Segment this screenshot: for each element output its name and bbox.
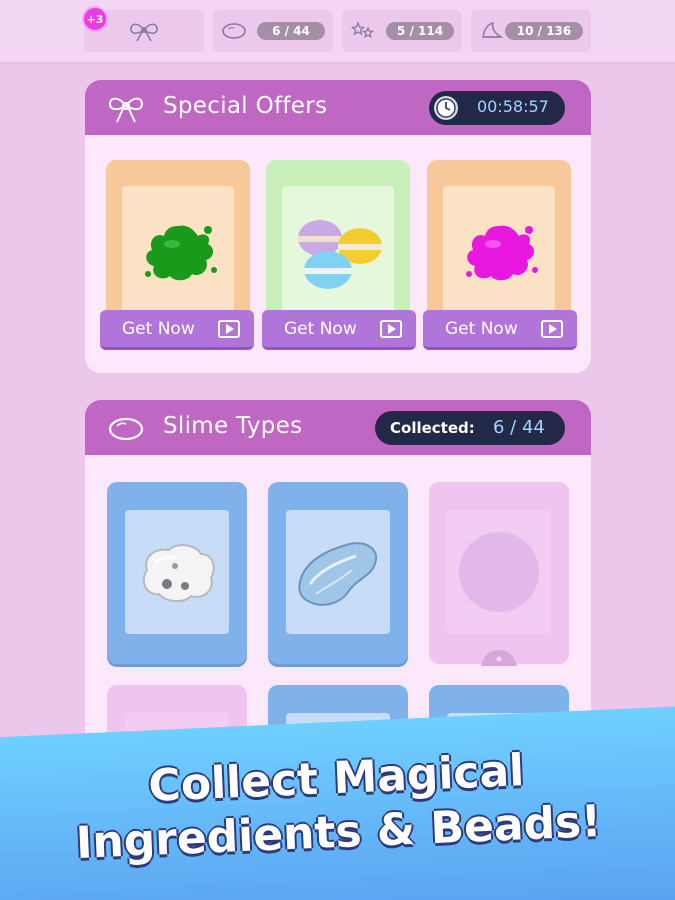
slime-item-frame — [447, 510, 551, 634]
slime-blob-icon — [222, 23, 246, 39]
macaron-beads-icon — [298, 220, 382, 289]
special-offers-title: Special Offers — [163, 93, 328, 119]
get-now-button[interactable]: Get Now — [262, 310, 416, 350]
timer-value: 00:58:57 — [477, 97, 549, 116]
offer-item-frame — [282, 186, 394, 320]
notification-badge: +3 — [82, 6, 108, 32]
offer-item-frame — [443, 186, 555, 320]
locked-slime-silhouette-icon — [459, 532, 539, 612]
slime-types-header: Slime Types Collected: 6 / 44 — [85, 400, 591, 455]
eye-tab-icon — [481, 650, 517, 666]
bead-counter[interactable]: 5 / 114 — [342, 10, 462, 52]
slime-item-frame — [286, 510, 390, 634]
offer-item-frame — [122, 186, 234, 320]
collected-label: Collected: — [390, 419, 475, 437]
get-now-label: Get Now — [122, 319, 195, 339]
shell-count: 10 / 136 — [505, 22, 583, 40]
clear-glass-slime-icon — [298, 542, 377, 606]
slime-item-frame — [125, 510, 229, 634]
top-resource-bar: +3 6 / 44 5 / 114 10 / 136 — [0, 0, 675, 64]
green-slime-splat-icon — [145, 225, 217, 281]
shell-counter[interactable]: 10 / 136 — [471, 10, 591, 52]
collected-counter: Collected: 6 / 44 — [375, 411, 565, 445]
slime-count: 6 / 44 — [257, 22, 325, 40]
video-play-icon — [541, 320, 563, 338]
slime-types-title: Slime Types — [163, 413, 303, 439]
clock-icon — [434, 96, 458, 120]
get-now-button[interactable]: Get Now — [423, 310, 577, 350]
offer-timer: 00:58:57 — [429, 91, 565, 125]
magenta-slime-splat-icon — [466, 225, 538, 281]
get-now-button[interactable]: Get Now — [100, 310, 254, 350]
slime-card-locked[interactable] — [429, 482, 569, 666]
get-now-label: Get Now — [284, 319, 357, 339]
video-play-icon — [380, 320, 402, 338]
collected-value: 6 / 44 — [493, 417, 545, 438]
white-cloud-slime-icon — [142, 544, 215, 602]
special-offers-header: Special Offers 00:58:57 — [85, 80, 591, 135]
special-offers-panel: Special Offers 00:58:57 Get Now Get Now … — [85, 80, 591, 373]
shell-icon — [482, 21, 504, 38]
video-play-icon — [218, 320, 240, 338]
get-now-label: Get Now — [445, 319, 518, 339]
sparkle-stars-icon — [350, 21, 375, 39]
slime-blob-icon — [108, 417, 144, 441]
ribbon-bow-icon — [130, 23, 158, 42]
slime-card-cloud[interactable] — [107, 482, 247, 664]
bead-count: 5 / 114 — [386, 22, 454, 40]
slime-counter[interactable]: 6 / 44 — [213, 10, 333, 52]
ribbon-bow-icon — [108, 97, 144, 123]
slime-card-clear[interactable] — [268, 482, 408, 664]
